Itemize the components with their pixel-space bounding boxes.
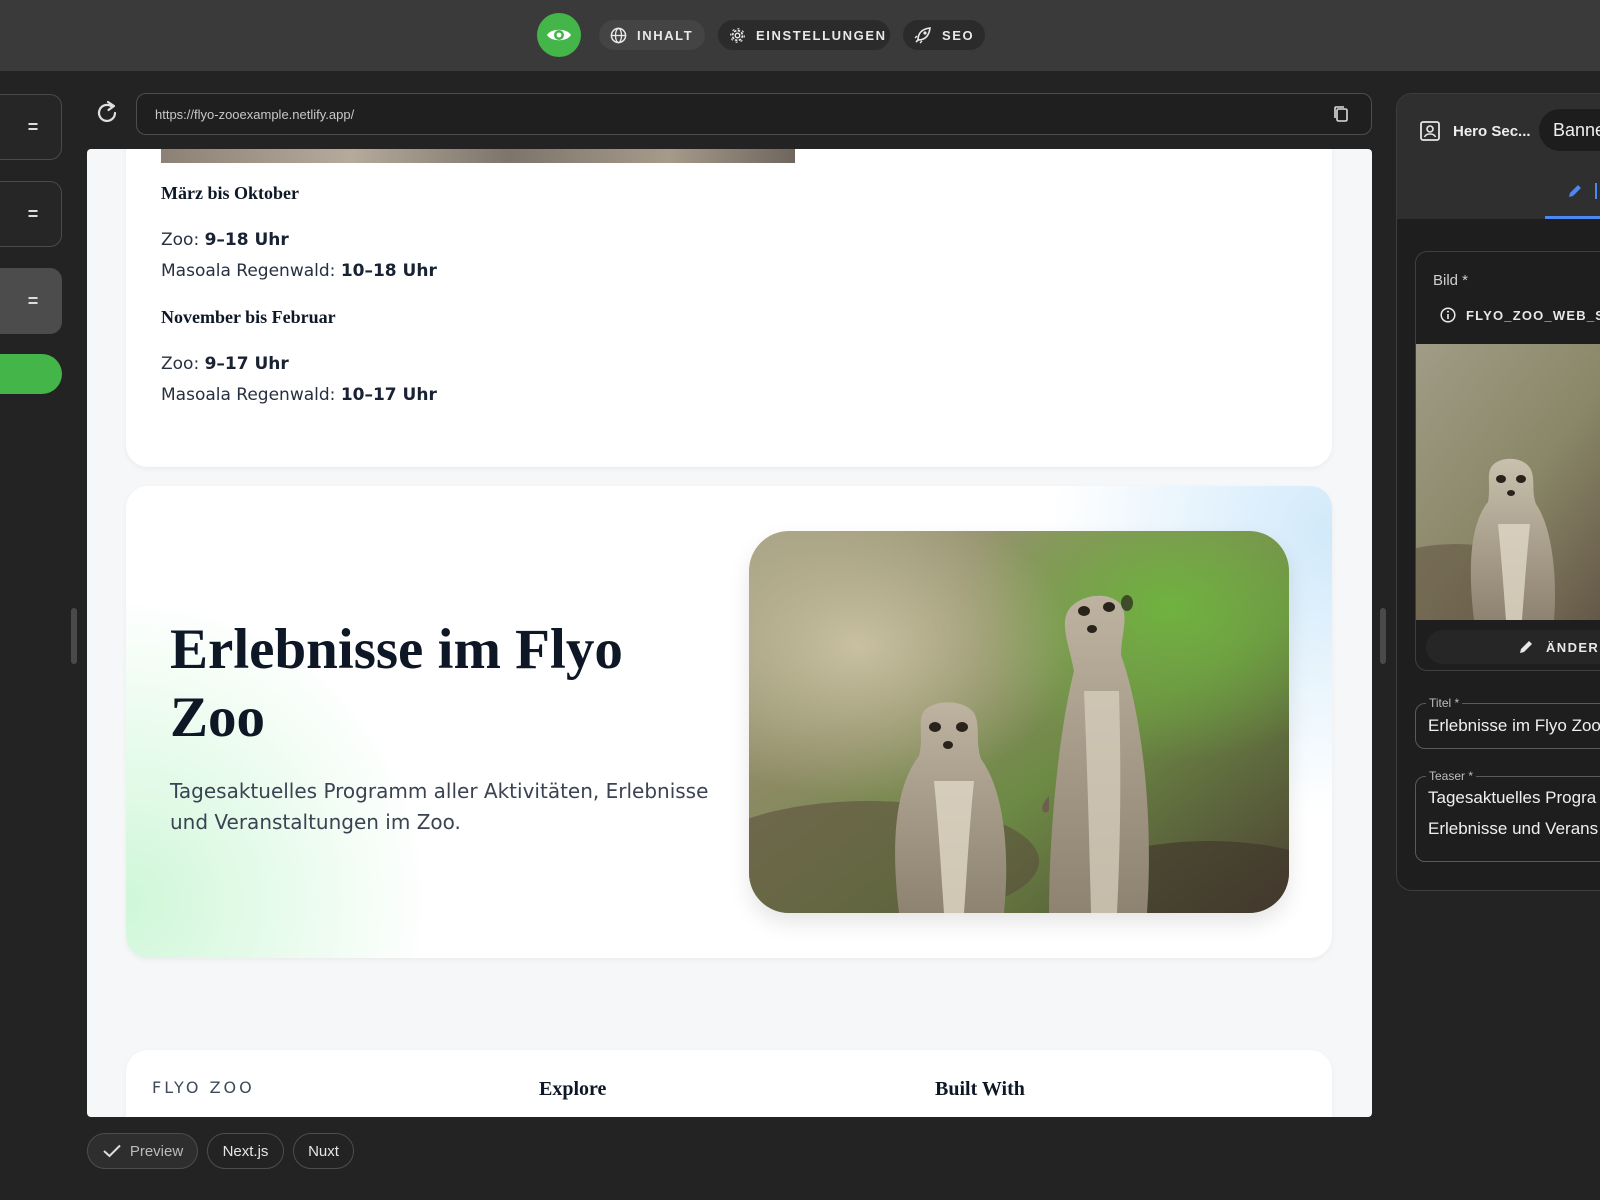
drag-handle-icon: = (27, 203, 39, 224)
tab-inhalt[interactable]: INHALT (599, 20, 705, 50)
gear-icon (730, 27, 745, 43)
pencil-icon[interactable] (1567, 183, 1583, 199)
image-field: Bild * FLYO_ZOO_WEB_ST ÄNDER (1415, 251, 1600, 671)
tab-edit-label[interactable] (1595, 183, 1597, 199)
block-editor-panel: Hero Sec... Banne Bild * FLYO_ZOO_WEB_ST (1396, 93, 1600, 891)
tab-einstellungen-label: EINSTELLUNGEN (756, 27, 887, 43)
image-filename-text: FLYO_ZOO_WEB_ST (1466, 307, 1600, 323)
teaser-field-label: Teaser * (1426, 769, 1477, 783)
right-resize-handle[interactable] (1380, 608, 1386, 664)
image-filename: FLYO_ZOO_WEB_ST (1440, 307, 1600, 323)
tab-seo[interactable]: SEO (903, 20, 985, 50)
framework-chip-label: Preview (129, 1142, 184, 1160)
block-type-chip[interactable]: Banne (1539, 109, 1600, 151)
hours-line: Masoala Regenwald: 10–17 Uhr (161, 385, 437, 405)
framework-chip-label: Next.js (222, 1142, 269, 1160)
url-bar[interactable]: https://flyo-zooexample.netlify.app/ (136, 93, 1372, 135)
hero-card[interactable]: Erlebnisse im Flyo Zoo Tagesaktuelles Pr… (126, 486, 1332, 958)
title-field[interactable]: Titel * Erlebnisse im Flyo Zoo (1415, 696, 1600, 749)
framework-chip-label: Nuxt (308, 1142, 339, 1160)
hours-line: Zoo: 9–17 Uhr (161, 354, 289, 374)
framework-chip-nuxt[interactable]: Nuxt (293, 1133, 354, 1169)
sidebar-item-1[interactable]: = (0, 94, 62, 160)
image-field-label: Bild * (1433, 272, 1469, 289)
meerkat-image (749, 531, 1289, 913)
preview-toggle-button[interactable] (537, 13, 581, 57)
check-icon (103, 1144, 121, 1158)
preview-frame: März bis Oktober Zoo: 9–18 Uhr Masoala R… (87, 149, 1372, 1117)
editor-header: Hero Sec... Banne (1397, 94, 1600, 219)
season-heading: November bis Februar (161, 307, 336, 327)
url-text: https://flyo-zooexample.netlify.app/ (155, 106, 355, 122)
hours-value: 9–18 Uhr (204, 230, 289, 250)
drag-handle-icon: = (27, 116, 39, 137)
globe-icon (610, 27, 627, 43)
copy-icon[interactable] (1333, 105, 1349, 123)
hours-label: Zoo: (161, 230, 205, 250)
footer-card: FLYO ZOO Explore Built With (126, 1050, 1332, 1117)
opening-hours-card: März bis Oktober Zoo: 9–18 Uhr Masoala R… (126, 149, 1332, 467)
hours-label: Masoala Regenwald: (161, 385, 341, 405)
rocket-icon (914, 27, 931, 44)
teaser-line: Erlebnisse und Verans (1428, 819, 1599, 838)
hours-label: Masoala Regenwald: (161, 261, 341, 281)
info-icon (1440, 307, 1456, 323)
teaser-field[interactable]: Teaser * Tagesaktuelles Progra Erlebniss… (1415, 769, 1600, 862)
footer-heading-built-with: Built With (935, 1078, 1025, 1100)
sidebar-add-button[interactable] (0, 354, 62, 394)
footer-heading-explore: Explore (539, 1078, 607, 1100)
pencil-icon (1520, 641, 1532, 653)
top-toolbar: INHALT EINSTELLUNGEN SEO (0, 0, 1600, 71)
image-thumbnail (1416, 344, 1600, 620)
footer-brand: FLYO ZOO (152, 1078, 255, 1097)
framework-chip-nextjs[interactable]: Next.js (207, 1133, 284, 1169)
block-name: Hero Sec... (1453, 123, 1531, 140)
hours-label: Zoo: (161, 354, 205, 374)
change-image-button[interactable]: ÄNDERN (1426, 630, 1600, 664)
image-strip (161, 149, 795, 163)
title-field-label: Titel * (1426, 696, 1463, 710)
framework-chip-preview[interactable]: Preview (87, 1133, 198, 1169)
tab-inhalt-label: INHALT (637, 27, 694, 43)
hours-line: Masoala Regenwald: 10–18 Uhr (161, 261, 437, 281)
eye-icon (547, 29, 571, 41)
hero-teaser: Tagesaktuelles Programm aller Aktivitäte… (170, 779, 709, 834)
hours-line: Zoo: 9–18 Uhr (161, 230, 289, 250)
hours-value: 9–17 Uhr (204, 354, 289, 374)
drag-handle-icon: = (27, 290, 39, 311)
tab-indicator (1545, 216, 1600, 219)
tab-seo-label: SEO (942, 27, 975, 43)
season-heading: März bis Oktober (161, 183, 299, 203)
sidebar-item-2[interactable]: = (0, 181, 62, 247)
tab-einstellungen[interactable]: EINSTELLUNGEN (718, 20, 890, 50)
contact-card-icon (1420, 121, 1440, 141)
hero-title: Erlebnisse im Flyo Zoo (170, 618, 623, 749)
left-resize-handle[interactable] (71, 608, 77, 664)
teaser-line: Tagesaktuelles Progra (1428, 788, 1597, 807)
title-field-value: Erlebnisse im Flyo Zoo (1428, 716, 1600, 735)
hours-value: 10–17 Uhr (340, 385, 437, 405)
change-image-label: ÄNDERN (1546, 639, 1600, 655)
sidebar-item-3[interactable]: = (0, 268, 62, 334)
hours-value: 10–18 Uhr (340, 261, 437, 281)
reload-icon[interactable] (95, 100, 119, 126)
